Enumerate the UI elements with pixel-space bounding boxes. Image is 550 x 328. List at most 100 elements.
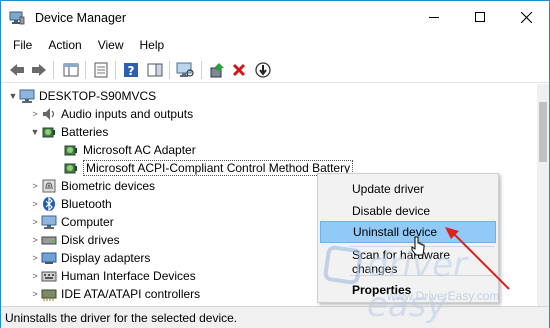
speaker-icon [43,108,55,120]
device-manager-app-icon [9,11,25,25]
forward-arrow-icon [32,64,46,76]
title-bar: Device Manager [1,1,549,35]
tree-item-hid[interactable]: > Human Interface Devices [29,267,196,285]
chevron-down-icon[interactable]: ▼ [29,123,41,141]
tree-item-display-adapters[interactable]: > Display adapters [29,249,150,267]
tree-root[interactable]: ▼ DESKTOP-S90MVCS [7,87,156,105]
tree-item-audio[interactable]: > Audio inputs and outputs [29,105,193,123]
hid-icon [41,271,57,282]
device-manager-window: Device Manager File Action View Help ? ▼… [0,0,550,328]
tree-item-bluetooth[interactable]: > Bluetooth [29,195,112,213]
tree-item-label: IDE ATA/ATAPI controllers [61,287,201,301]
context-separator [350,275,494,276]
menu-view[interactable]: View [90,35,132,55]
computer-icon [41,215,57,229]
menu-help[interactable]: Help [132,35,173,55]
maximize-button[interactable] [457,1,503,33]
menu-file[interactable]: File [5,35,40,55]
tree-item-label: Bluetooth [61,197,112,211]
battery-device-icon [64,163,77,174]
context-properties[interactable]: Properties [320,279,496,301]
minimize-button[interactable] [411,1,457,33]
chevron-right-icon[interactable]: > [29,195,41,213]
tree-item-label: Display adapters [61,251,151,265]
chevron-right-icon[interactable]: > [29,249,41,267]
minimize-icon [429,16,439,18]
status-text: Uninstalls the driver for the selected d… [5,311,238,325]
show-hide-console-tree-button[interactable] [61,60,81,80]
window-title: Device Manager [35,11,127,25]
help-icon: ? [124,63,138,78]
toolbar-separator [169,61,170,79]
context-scan-hardware[interactable]: Scan for hardware changes [320,248,496,276]
help-button[interactable]: ? [121,60,141,80]
tree-item-biometric[interactable]: > Biometric devices [29,177,155,195]
chevron-right-icon[interactable]: > [29,213,41,231]
chevron-right-icon[interactable]: > [29,177,41,195]
tree-item-disk-drives[interactable]: > Disk drives [29,231,120,249]
context-disable-device[interactable]: Disable device [320,200,496,222]
chevron-right-icon[interactable]: > [29,285,41,303]
action-pane-button[interactable] [145,60,165,80]
menu-bar: File Action View Help [1,35,549,55]
context-menu: Update driver Disable device Uninstall d… [317,173,499,303]
tree-item-computer[interactable]: > Computer [29,213,114,231]
close-icon [520,11,532,23]
toolbar-separator [53,61,54,79]
tree-item-label: Disk drives [61,233,120,247]
tree-item-ide[interactable]: > IDE ATA/ATAPI controllers [29,285,200,303]
scan-hardware-icon [176,62,194,77]
properties-icon [94,62,108,78]
chevron-right-icon[interactable]: > [29,105,41,123]
context-item-label: Disable device [352,204,431,218]
properties-button[interactable] [91,60,111,80]
svg-text:?: ? [128,64,135,78]
tree-item-label: Microsoft AC Adapter [83,143,196,157]
fingerprint-icon [42,179,56,193]
tree-item-label: Batteries [61,125,109,139]
computer-icon [19,89,35,103]
chevron-right-icon[interactable]: > [29,267,41,285]
forward-button[interactable] [29,60,49,80]
tree-item-label: Human Interface Devices [61,269,196,283]
update-driver-button[interactable] [207,60,227,80]
disk-drive-icon [41,236,57,245]
action-pane-icon [147,63,163,77]
context-item-label: Properties [352,283,412,297]
uninstall-x-icon [232,63,246,77]
context-uninstall-device[interactable]: Uninstall device [320,221,496,243]
tree-item-acpi-battery[interactable]: Microsoft ACPI-Compliant Control Method … [63,159,354,177]
scan-hardware-button[interactable] [175,60,195,80]
disable-device-button[interactable] [253,60,273,80]
toolbar: ? [1,57,549,83]
tree-item-label: Audio inputs and outputs [61,107,194,121]
close-button[interactable] [503,1,549,33]
battery-icon [42,127,55,138]
toolbar-separator [85,61,86,79]
maximize-icon [475,12,485,22]
display-adapter-icon [41,252,57,264]
toolbar-separator [201,61,202,79]
chevron-down-icon[interactable]: ▼ [7,87,19,105]
show-hide-console-tree-icon [63,63,79,77]
chevron-right-icon[interactable]: > [29,231,41,249]
scrollbar-thumb[interactable] [539,102,547,162]
tree-root-label: DESKTOP-S90MVCS [39,89,157,103]
mouse-cursor-icon [411,236,425,256]
status-bar: Uninstalls the driver for the selected d… [1,306,549,328]
tree-item-label-selected: Microsoft ACPI-Compliant Control Method … [83,160,354,176]
ide-controller-icon [41,289,57,301]
bluetooth-icon [43,196,55,212]
battery-device-icon [64,145,77,156]
context-item-label: Update driver [352,182,425,196]
vertical-scrollbar[interactable] [537,84,549,306]
toolbar-separator [115,61,116,79]
tree-item-batteries[interactable]: ▼ Batteries [29,123,109,141]
uninstall-device-button[interactable] [229,60,249,80]
menu-action[interactable]: Action [40,35,89,55]
update-driver-icon [210,63,224,78]
back-arrow-icon [10,64,24,76]
tree-item-ac-adapter[interactable]: Microsoft AC Adapter [63,141,196,159]
back-button[interactable] [7,60,27,80]
context-update-driver[interactable]: Update driver [320,178,496,200]
